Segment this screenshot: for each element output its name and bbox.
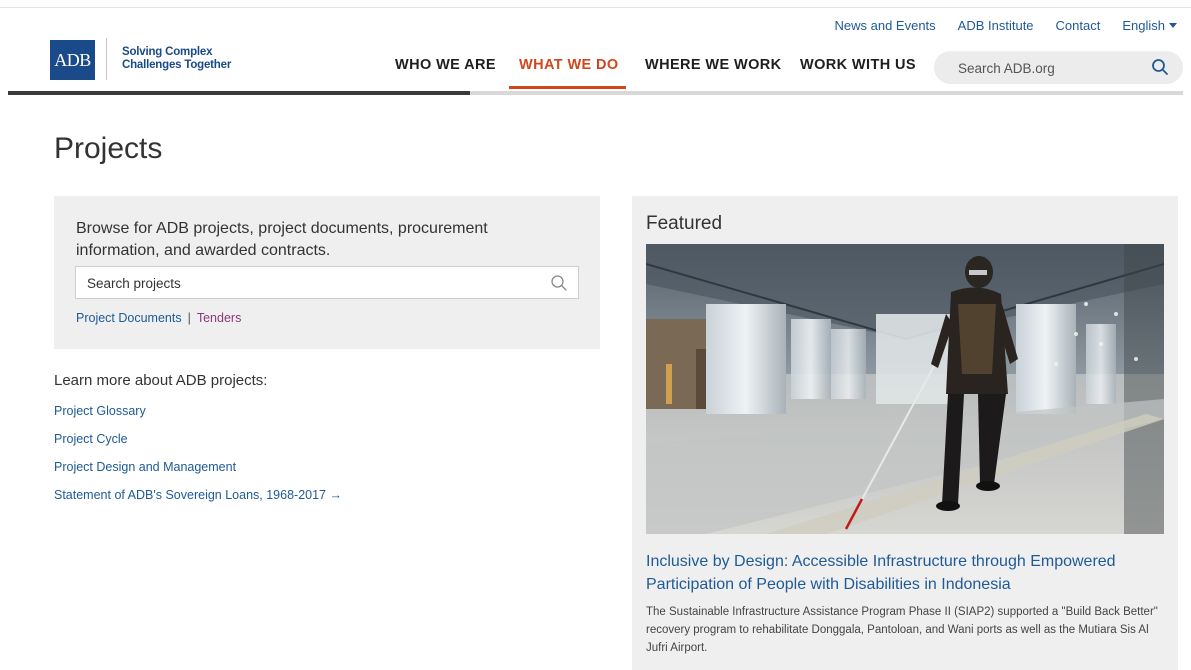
tenders-link[interactable]: Tenders — [197, 311, 241, 325]
featured-description: The Sustainable Infrastructure Assistanc… — [646, 606, 1158, 654]
sovereign-loans-link[interactable]: Statement of ADB's Sovereign Loans, 1968… — [54, 488, 342, 502]
search-icon[interactable] — [1151, 58, 1169, 81]
nav-what-we-do[interactable]: WHAT WE DO — [519, 57, 619, 73]
top-border — [0, 7, 1191, 8]
project-design-link[interactable]: Project Design and Management — [54, 460, 236, 474]
site-search-input[interactable] — [958, 58, 1138, 78]
browse-description: Browse for ADB projects, project documen… — [76, 220, 488, 259]
featured-image[interactable] — [646, 244, 1164, 534]
browse-links: Project Documents | Tenders — [76, 311, 241, 325]
list-item: Statement of ADB's Sovereign Loans, 1968… — [54, 486, 342, 514]
list-item: Project Cycle — [54, 430, 342, 458]
browse-panel: Browse for ADB projects, project documen… — [54, 196, 600, 349]
adb-institute-link[interactable]: ADB Institute — [958, 18, 1034, 33]
language-label: English — [1122, 18, 1165, 33]
project-documents-link[interactable]: Project Documents — [76, 311, 182, 325]
nav-who-we-are[interactable]: WHO WE ARE — [395, 57, 496, 73]
site-search — [934, 51, 1183, 84]
link-separator: | — [187, 311, 191, 325]
active-nav-indicator — [509, 86, 626, 89]
learn-more-heading: Learn more about ADB projects: — [54, 372, 268, 389]
list-item: Project Design and Management — [54, 458, 342, 486]
news-events-link[interactable]: News and Events — [835, 18, 936, 33]
search-icon[interactable] — [550, 274, 568, 297]
project-search — [75, 266, 579, 299]
featured-panel: Featured Inclusive by Design: Accessible… — [632, 196, 1178, 670]
language-selector[interactable]: English — [1122, 18, 1177, 33]
page-title: Projects — [54, 132, 163, 165]
project-glossary-link[interactable]: Project Glossary — [54, 404, 146, 418]
utility-nav: News and Events ADB Institute Contact En… — [835, 18, 1177, 33]
nav-work-with-us[interactable]: WORK WITH US — [800, 57, 916, 73]
learn-more-list: Project Glossary Project Cycle Project D… — [54, 402, 342, 514]
project-search-input[interactable] — [87, 274, 527, 292]
nav-where-we-work[interactable]: WHERE WE WORK — [645, 57, 782, 73]
featured-headline-link[interactable]: Inclusive by Design: Accessible Infrastr… — [646, 550, 1166, 596]
caret-down-icon — [1169, 23, 1177, 28]
list-item: Project Glossary — [54, 402, 342, 430]
project-cycle-link[interactable]: Project Cycle — [54, 432, 128, 446]
nav-progress-fill — [8, 91, 470, 95]
contact-link[interactable]: Contact — [1056, 18, 1101, 33]
featured-label: Featured — [646, 213, 723, 234]
